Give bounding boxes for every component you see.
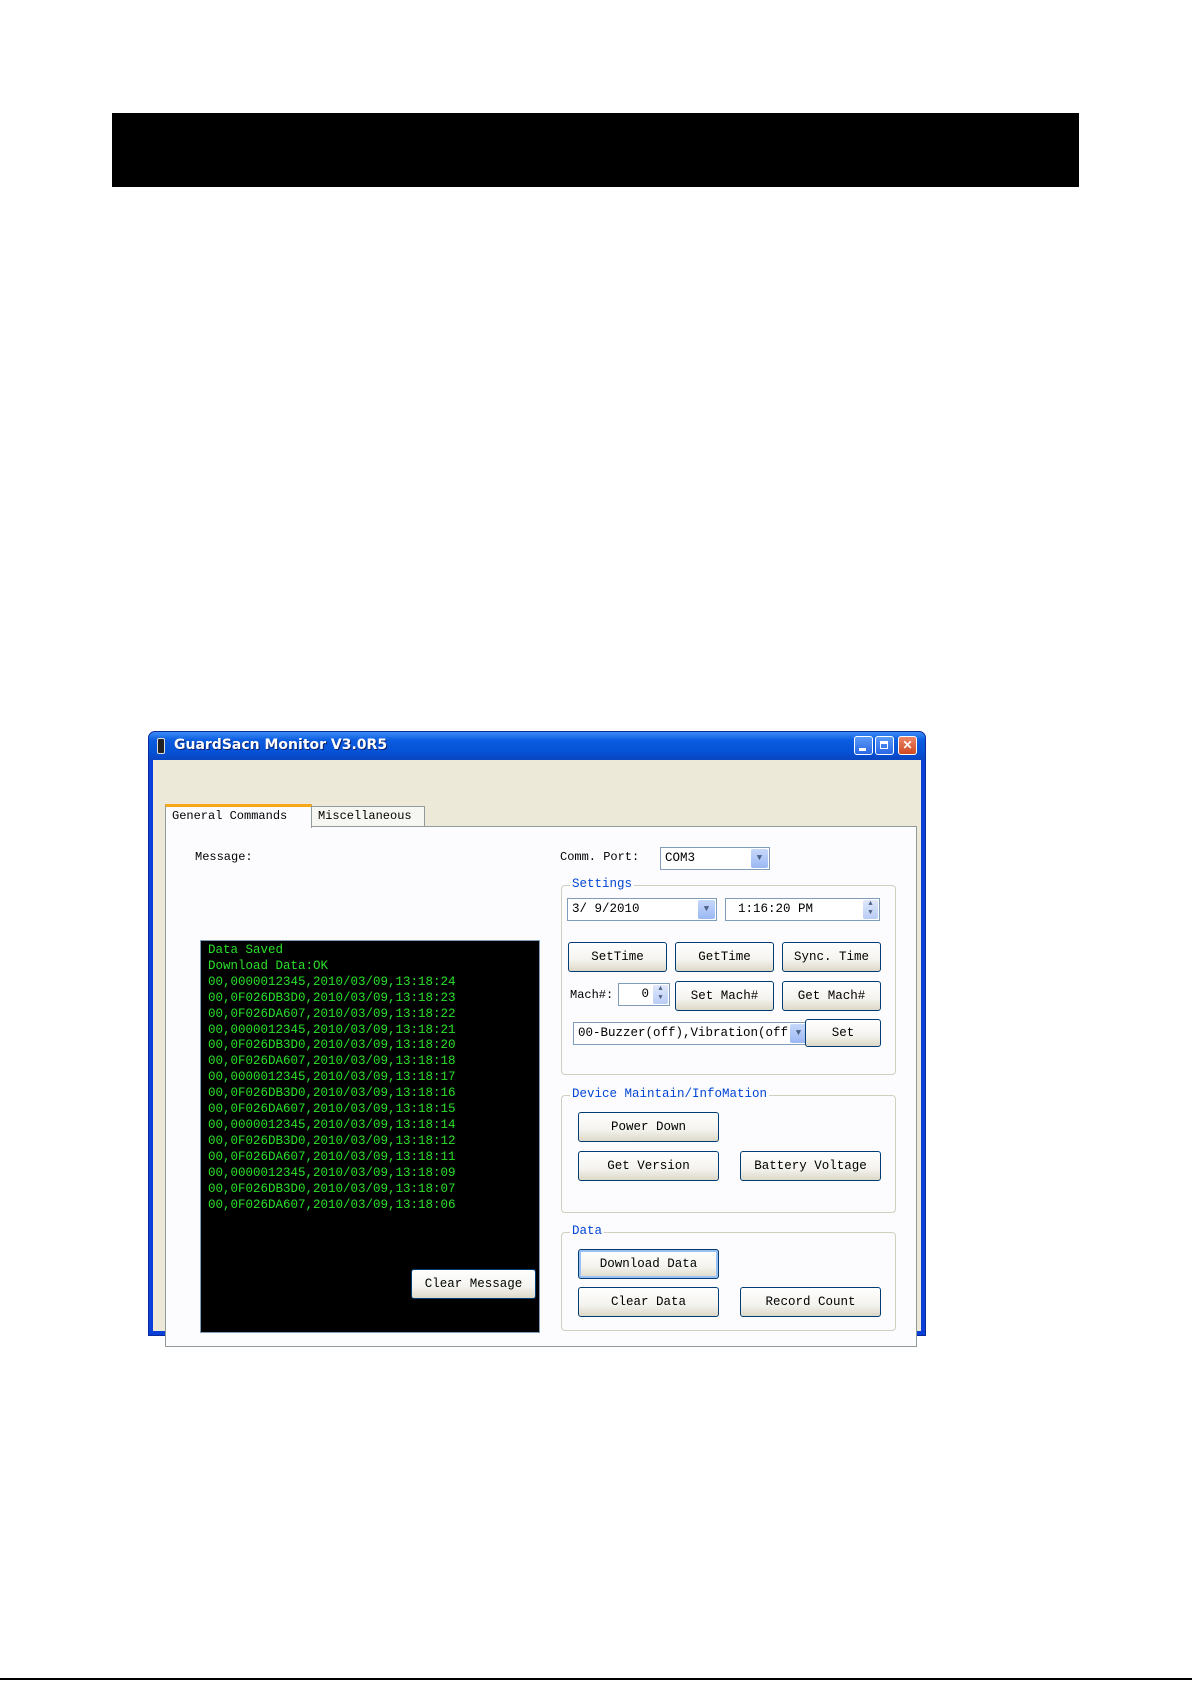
window-title: GuardSacn Monitor V3.0R5 [174,737,388,753]
bottom-rule [0,1678,1192,1680]
message-line: Download Data:OK [208,958,329,973]
data-group-title: Data [570,1224,605,1238]
date-picker[interactable]: 3/ 9/2010 ▼ [567,898,717,921]
date-value: 3/ 9/2010 [572,902,640,916]
time-value: 1:16:20 PM [738,902,814,916]
mode-select[interactable]: 00-Buzzer(off),Vibration(off ▼ [573,1022,809,1045]
message-line: 00,0000012345,2010/03/09,13:18:21 [208,1022,456,1037]
close-button[interactable]: ✕ [898,736,917,755]
message-line: Data Saved [208,943,284,957]
title-bar[interactable]: GuardSacn Monitor V3.0R5 ✕ [149,732,925,760]
clear-data-button[interactable]: Clear Data [578,1287,719,1317]
message-line: 00,0F026DB3D0,2010/03/09,13:18:23 [208,990,456,1005]
sync-time-button[interactable]: Sync. Time [782,942,881,972]
message-line: 00,0F026DA607,2010/03/09,13:18:11 [208,1149,456,1164]
mode-value: 00-Buzzer(off),Vibration(off [578,1026,789,1040]
app-icon [157,738,165,754]
mach-label: Mach#: [570,988,614,1002]
time-spinner-icon[interactable]: ▲ ▼ [863,900,878,919]
message-line: 00,0F026DA607,2010/03/09,13:18:18 [208,1054,456,1069]
set-time-button[interactable]: SetTime [568,942,667,972]
tab-general-commands[interactable]: General Commands [165,804,312,828]
tab-miscellaneous[interactable]: Miscellaneous [311,806,425,827]
download-data-button[interactable]: Download Data [578,1249,719,1279]
settings-group-title: Settings [570,877,635,891]
maximize-button[interactable] [875,736,894,755]
tab-page-general: Message: Data Saved Download Data:OK 00,00… [165,826,917,1347]
settings-group: Settings 3/ 9/2010 ▼ 1:16:20 PM ▲ ▼ SetTi… [561,877,896,1075]
message-line: 00,0F026DA607,2010/03/09,13:18:15 [208,1102,456,1117]
time-picker[interactable]: 1:16:20 PM ▲ ▼ [725,898,880,921]
mach-spinner-icon[interactable]: ▲ ▼ [653,985,668,1004]
message-line: 00,0000012345,2010/03/09,13:18:14 [208,1117,456,1132]
message-line: 00,0000012345,2010/03/09,13:18:17 [208,1070,456,1085]
record-count-button[interactable]: Record Count [740,1287,881,1317]
calendar-dropdown-icon[interactable]: ▼ [698,900,715,919]
get-time-button[interactable]: GetTime [675,942,774,972]
message-label: Message: [195,850,253,864]
clear-message-button[interactable]: Clear Message [411,1269,536,1299]
device-maintain-group: Device Maintain/InfoMation Power Down Ge… [561,1087,896,1213]
data-group: Data Download Data Clear Data Record Cou… [561,1224,896,1331]
get-mach-button[interactable]: Get Mach# [782,981,881,1011]
comm-port-label: Comm. Port: [560,850,640,864]
black-banner [112,113,1079,187]
set-mach-button[interactable]: Set Mach# [675,981,774,1011]
message-line: 00,0000012345,2010/03/09,13:18:24 [208,974,456,989]
device-group-title: Device Maintain/InfoMation [570,1087,770,1101]
message-line: 00,0F026DB3D0,2010/03/09,13:18:20 [208,1038,456,1053]
message-line: 00,0F026DA607,2010/03/09,13:18:06 [208,1197,456,1212]
message-line: 00,0F026DB3D0,2010/03/09,13:18:12 [208,1133,456,1148]
battery-voltage-button[interactable]: Battery Voltage [740,1151,881,1181]
message-line: 00,0000012345,2010/03/09,13:18:09 [208,1165,456,1180]
app-window: GuardSacn Monitor V3.0R5 ✕ General Comma… [148,731,926,1347]
get-version-button[interactable]: Get Version [578,1151,719,1181]
chevron-down-icon[interactable]: ▼ [751,849,768,868]
message-line: 00,0F026DA607,2010/03/09,13:18:22 [208,1006,456,1021]
minimize-button[interactable] [854,736,873,755]
power-down-button[interactable]: Power Down [578,1112,719,1142]
window-client-area: General Commands Miscellaneous Message: … [153,760,921,1347]
comm-port-value: COM3 [665,851,696,865]
mach-number-value: 0 [641,987,649,1001]
comm-port-select[interactable]: COM3 ▼ [660,847,770,870]
set-mode-button[interactable]: Set [805,1019,881,1047]
message-line: 00,0F026DB3D0,2010/03/09,13:18:16 [208,1086,456,1101]
mach-number-stepper[interactable]: 0 ▲ ▼ [618,983,670,1006]
message-line: 00,0F026DB3D0,2010/03/09,13:18:07 [208,1181,456,1196]
